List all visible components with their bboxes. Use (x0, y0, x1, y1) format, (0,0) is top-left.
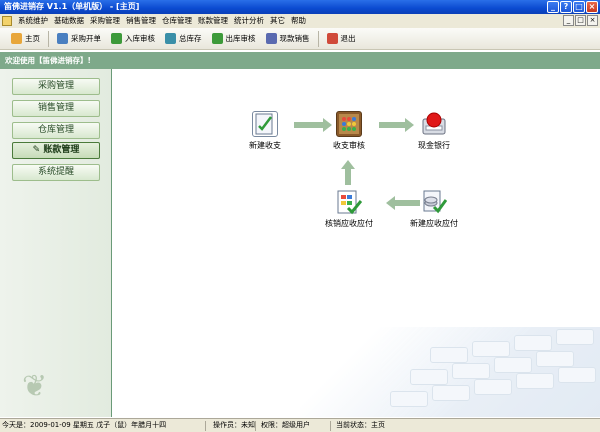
toolbar-stock-in-button[interactable]: 入库审核 (106, 30, 160, 48)
toolbar-purchase-order-label: 采购开单 (71, 34, 101, 43)
app-icon[interactable] (2, 16, 12, 26)
sidebar-item-accounts[interactable]: ✎ 账款管理 (12, 142, 100, 159)
income-expense-audit-icon (336, 111, 362, 137)
menu-bar: 系统维护 基础数据 采购管理 销售管理 仓库管理 账款管理 统计分析 其它 帮助… (0, 14, 600, 28)
close-button[interactable]: × (586, 1, 598, 13)
flow-node-new-receivable-payable[interactable]: 新建应收应付 (399, 189, 469, 229)
mdi-minimize-button[interactable]: _ (563, 15, 574, 26)
title-bar: 笛佛进销存 V1.1（单机版） - [主页] _ ? □ × (0, 0, 600, 14)
menu-purchase[interactable]: 采购管理 (87, 14, 123, 28)
toolbar-home-button[interactable]: 主页 (6, 30, 45, 48)
menu-help[interactable]: 帮助 (288, 14, 309, 28)
flow-node-income-expense-audit[interactable]: 收支审核 (314, 111, 384, 151)
flow-node-label: 新建应收应付 (410, 219, 458, 228)
flow-node-label: 收支审核 (333, 141, 365, 150)
menu-accounts[interactable]: 账款管理 (195, 14, 231, 28)
cash-bank-icon (421, 111, 447, 137)
sidebar-item-reminders[interactable]: 系统提醒 (12, 164, 100, 181)
status-separator (330, 421, 331, 431)
flow-node-label: 新建收支 (249, 141, 281, 150)
menu-system-maintenance[interactable]: 系统维护 (15, 14, 51, 28)
toolbar-inventory-button[interactable]: 总库存 (160, 30, 207, 48)
status-bar: 今天是：2009-01-09 星期五 戊子（鼠）年腊月十四 操作员：未知 权限：… (0, 418, 600, 432)
welcome-banner: 欢迎使用【笛佛进销存】! (0, 52, 600, 69)
sidebar-item-warehouse[interactable]: 仓库管理 (12, 122, 100, 139)
status-date: 今天是：2009-01-09 星期五 戊子（鼠）年腊月十四 (2, 421, 167, 429)
mdi-close-button[interactable]: × (587, 15, 598, 26)
flow-arrow-head (386, 196, 395, 210)
toolbar-separator (48, 30, 49, 47)
floral-decoration-icon: ❦ (22, 369, 48, 404)
toolbar-purchase-order-button[interactable]: 采购开单 (52, 30, 106, 48)
toolbar-exit-button[interactable]: 退出 (322, 30, 361, 48)
flow-node-label: 现金银行 (418, 141, 450, 150)
link-icon: ✎ (32, 145, 41, 155)
cash-sale-icon (265, 33, 277, 44)
menu-sales[interactable]: 销售管理 (123, 14, 159, 28)
sidebar-item-sales[interactable]: 销售管理 (12, 100, 100, 117)
window-title: 笛佛进销存 V1.1（单机版） - [主页] (4, 2, 140, 11)
menu-statistics[interactable]: 统计分析 (231, 14, 267, 28)
stock-in-icon (111, 33, 122, 44)
new-receivable-payable-icon (421, 189, 448, 215)
status-separator (205, 421, 206, 431)
stock-out-icon (211, 33, 223, 44)
status-state: 当前状态：主页 (336, 421, 385, 429)
flow-node-new-income-expense[interactable]: 新建收支 (230, 111, 300, 151)
maximize-button[interactable]: □ (573, 1, 585, 13)
write-off-receivable-payable-icon (336, 189, 363, 215)
new-income-expense-icon (252, 111, 278, 137)
sidebar-item-accounts-label: 账款管理 (43, 145, 80, 155)
menu-other[interactable]: 其它 (267, 14, 288, 28)
toolbar: 主页 采购开单 入库审核 总库存 出库审核 现款销售 退出 (0, 28, 600, 50)
toolbar-cash-sale-label: 现款销售 (279, 34, 310, 43)
home-icon (11, 33, 22, 44)
toolbar-cash-sale-button[interactable]: 现款销售 (261, 30, 315, 48)
flow-arrow-head (341, 160, 355, 169)
flow-node-write-off-receivable-payable[interactable]: 核销应收应付 (314, 189, 384, 229)
flow-node-label: 核销应收应付 (325, 219, 373, 228)
main-panel: 新建收支 收支审核 现金银行 核销应收应付 新建应收应付 (113, 69, 600, 417)
exit-icon (326, 33, 338, 44)
status-operator: 操作员：未知 (213, 421, 255, 429)
status-permission: 权限：超级用户 (261, 421, 310, 429)
purchase-order-icon (57, 33, 68, 44)
help-button[interactable]: ? (560, 1, 572, 13)
sidebar-item-purchase[interactable]: 采购管理 (12, 78, 100, 95)
toolbar-stock-out-button[interactable]: 出库审核 (207, 30, 261, 48)
sidebar: 采购管理 销售管理 仓库管理 ✎ 账款管理 系统提醒 ❦ (0, 69, 112, 417)
inventory-icon (165, 33, 176, 44)
toolbar-stock-out-label: 出库审核 (225, 34, 256, 43)
flow-arrow (345, 169, 351, 185)
toolbar-inventory-label: 总库存 (179, 34, 202, 43)
status-separator (255, 421, 256, 431)
toolbar-separator (317, 30, 319, 47)
toolbar-stock-in-label: 入库审核 (125, 34, 155, 43)
minimize-button[interactable]: _ (547, 1, 559, 13)
keyboard-background-image (300, 327, 600, 417)
mdi-restore-button[interactable]: □ (575, 15, 586, 26)
menu-base-data[interactable]: 基础数据 (51, 14, 87, 28)
toolbar-home-label: 主页 (25, 34, 40, 43)
menu-warehouse[interactable]: 仓库管理 (159, 14, 195, 28)
toolbar-exit-label: 退出 (340, 34, 356, 43)
flow-node-cash-bank[interactable]: 现金银行 (399, 111, 469, 151)
